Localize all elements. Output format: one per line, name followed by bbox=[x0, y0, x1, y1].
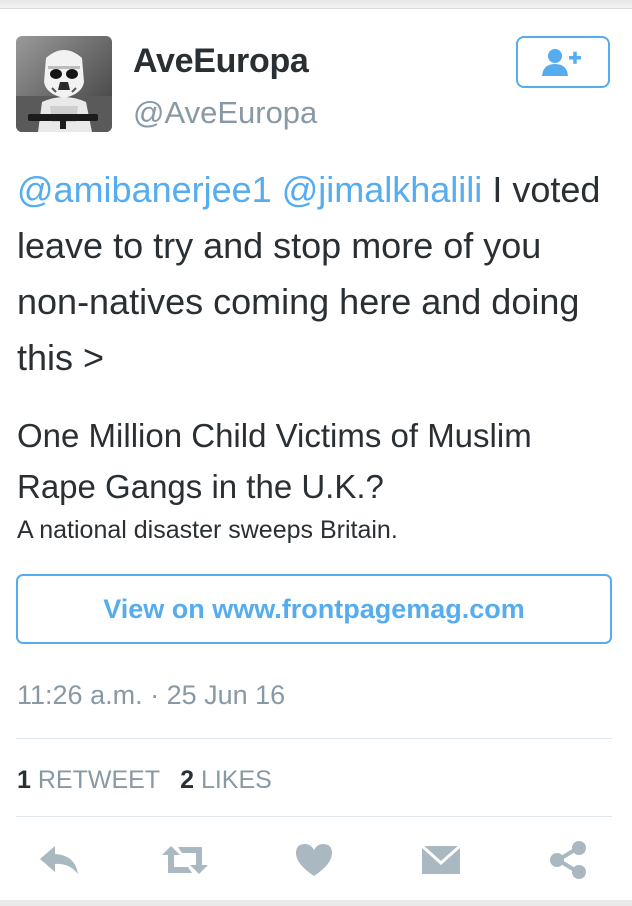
engagement-stats: 1 RETWEET 2 LIKES bbox=[17, 766, 272, 795]
likes-label: LIKES bbox=[200, 766, 272, 794]
card-title[interactable]: One Million Child Victims of Muslim Rape… bbox=[17, 410, 617, 512]
direct-message-button[interactable] bbox=[416, 838, 466, 882]
direct-message-icon bbox=[420, 844, 462, 874]
bottom-edge bbox=[0, 900, 632, 906]
retweet-button[interactable] bbox=[160, 838, 210, 882]
user-display-name[interactable]: AveEuropa bbox=[133, 42, 309, 81]
mention-link[interactable]: @jimalkhalili bbox=[282, 169, 483, 210]
user-handle[interactable]: @AveEuropa bbox=[133, 95, 317, 131]
tweet-timestamp: 11:26 a.m. · 25 Jun 16 bbox=[17, 680, 286, 710]
retweet-label: RETWEET bbox=[37, 766, 161, 794]
retweet-count: 1 bbox=[17, 766, 31, 794]
likes-count-link[interactable]: 2 LIKES bbox=[180, 766, 272, 794]
retweet-count-link[interactable]: 1 RETWEET bbox=[17, 766, 160, 794]
share-icon bbox=[550, 841, 586, 879]
share-button[interactable] bbox=[543, 838, 593, 882]
top-edge bbox=[0, 0, 632, 9]
divider bbox=[16, 816, 612, 817]
likes-count: 2 bbox=[180, 766, 194, 794]
follow-user-plus-icon bbox=[542, 49, 581, 76]
follow-button[interactable] bbox=[516, 36, 610, 88]
divider bbox=[16, 738, 612, 739]
like-heart-icon bbox=[296, 844, 332, 876]
retweet-icon bbox=[162, 846, 208, 874]
mention-link[interactable]: @amibanerjee1 bbox=[17, 169, 272, 210]
user-avatar[interactable] bbox=[16, 36, 112, 132]
action-bar bbox=[0, 830, 632, 890]
reply-button[interactable] bbox=[34, 838, 84, 882]
view-link-button[interactable]: View on www.frontpagemag.com bbox=[16, 574, 612, 644]
reply-icon bbox=[40, 846, 78, 874]
stormtrooper-avatar-icon bbox=[16, 36, 112, 132]
card-description: A national disaster sweeps Britain. bbox=[17, 516, 398, 544]
like-button[interactable] bbox=[289, 838, 339, 882]
tweet-text: @amibanerjee1 @jimalkhalili I voted leav… bbox=[17, 162, 622, 386]
